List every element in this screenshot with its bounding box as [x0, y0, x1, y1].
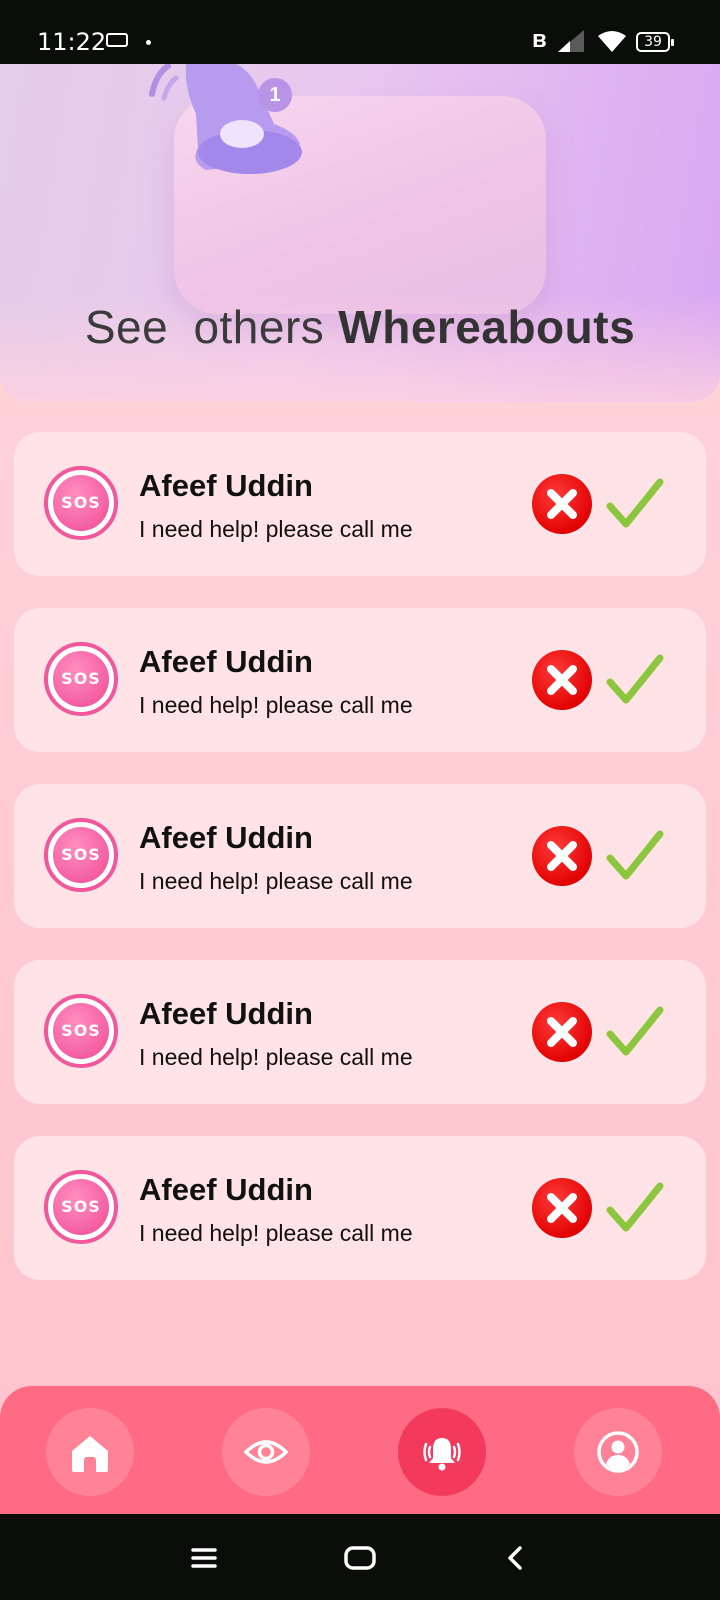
close-icon [547, 841, 577, 871]
accept-button[interactable] [606, 1180, 664, 1236]
hero-header: 1 See others Whereabouts [0, 64, 720, 402]
status-time: 11:22 [37, 28, 107, 56]
alert-message: I need help! please call me [139, 692, 413, 718]
sos-label: SOS [53, 475, 109, 531]
accept-button[interactable] [606, 652, 664, 708]
accept-button[interactable] [606, 1004, 664, 1060]
sender-name: Afeef Uddin [139, 1172, 313, 1207]
bus-icon [106, 33, 128, 47]
sos-icon: SOS [44, 818, 118, 892]
nav-profile-button[interactable] [574, 1408, 662, 1496]
decline-button[interactable] [532, 474, 592, 534]
home-icon [72, 1436, 108, 1472]
system-navigation-bar [0, 1514, 720, 1600]
sos-alert-card[interactable]: SOS Afeef Uddin I need help! please call… [14, 960, 706, 1104]
alert-message: I need help! please call me [139, 1044, 413, 1070]
notification-count-badge: 1 [258, 78, 292, 112]
sos-alert-card[interactable]: SOS Afeef Uddin I need help! please call… [14, 608, 706, 752]
notification-dot-icon [146, 40, 151, 45]
checkmark-icon [606, 478, 664, 528]
accept-button[interactable] [606, 828, 664, 884]
close-icon [547, 1193, 577, 1223]
alert-message: I need help! please call me [139, 1220, 413, 1246]
menu-icon [191, 1548, 217, 1568]
battery-icon: 39 [636, 32, 674, 52]
bluetooth-icon: ʙ [532, 26, 547, 53]
close-icon [547, 489, 577, 519]
nav-home-button[interactable] [46, 1408, 134, 1496]
checkmark-icon [606, 654, 664, 704]
bottom-nav [0, 1386, 720, 1514]
close-icon [547, 665, 577, 695]
sos-label: SOS [53, 651, 109, 707]
home-square-icon [344, 1546, 376, 1570]
sos-alert-card[interactable]: SOS Afeef Uddin I need help! please call… [14, 784, 706, 928]
nav-alerts-button[interactable] [398, 1408, 486, 1496]
checkmark-icon [606, 830, 664, 880]
sos-icon: SOS [44, 994, 118, 1068]
accept-button[interactable] [606, 476, 664, 532]
sos-icon: SOS [44, 466, 118, 540]
decline-button[interactable] [532, 650, 592, 710]
profile-icon [597, 1431, 639, 1473]
checkmark-icon [606, 1006, 664, 1056]
alarm-bell-icon [423, 1438, 461, 1471]
checkmark-icon [606, 1182, 664, 1232]
sender-name: Afeef Uddin [139, 644, 313, 679]
sos-label: SOS [53, 1179, 109, 1235]
page-title: See others Whereabouts [0, 300, 720, 354]
sos-label: SOS [53, 1003, 109, 1059]
menu-button[interactable] [184, 1538, 224, 1578]
sender-name: Afeef Uddin [139, 996, 313, 1031]
sos-icon: SOS [44, 642, 118, 716]
decline-button[interactable] [532, 1002, 592, 1062]
eye-icon [244, 1440, 288, 1464]
alert-message: I need help! please call me [139, 516, 413, 542]
sos-alert-list: SOS Afeef Uddin I need help! please call… [14, 432, 706, 1312]
back-button[interactable] [496, 1538, 536, 1578]
notification-bell-icon [149, 64, 302, 174]
sos-alert-card[interactable]: SOS Afeef Uddin I need help! please call… [14, 1136, 706, 1280]
system-home-button[interactable] [340, 1538, 380, 1578]
back-icon [508, 1546, 522, 1570]
page-title-bold: Whereabouts [338, 301, 636, 353]
sos-label: SOS [53, 827, 109, 883]
status-bar: 11:22 ʙ 39 [0, 0, 720, 64]
alert-message: I need help! please call me [139, 868, 413, 894]
page-title-light: See others [84, 301, 325, 353]
close-icon [547, 1017, 577, 1047]
sos-icon: SOS [44, 1170, 118, 1244]
sos-alert-card[interactable]: SOS Afeef Uddin I need help! please call… [14, 432, 706, 576]
signal-icon [558, 30, 584, 52]
decline-button[interactable] [532, 826, 592, 886]
sender-name: Afeef Uddin [139, 468, 313, 503]
nav-whereabouts-button[interactable] [222, 1408, 310, 1496]
app-screen: 1 See others Whereabouts SOS Afeef Uddin … [0, 64, 720, 1514]
wifi-icon [598, 31, 626, 52]
sender-name: Afeef Uddin [139, 820, 313, 855]
decline-button[interactable] [532, 1178, 592, 1238]
